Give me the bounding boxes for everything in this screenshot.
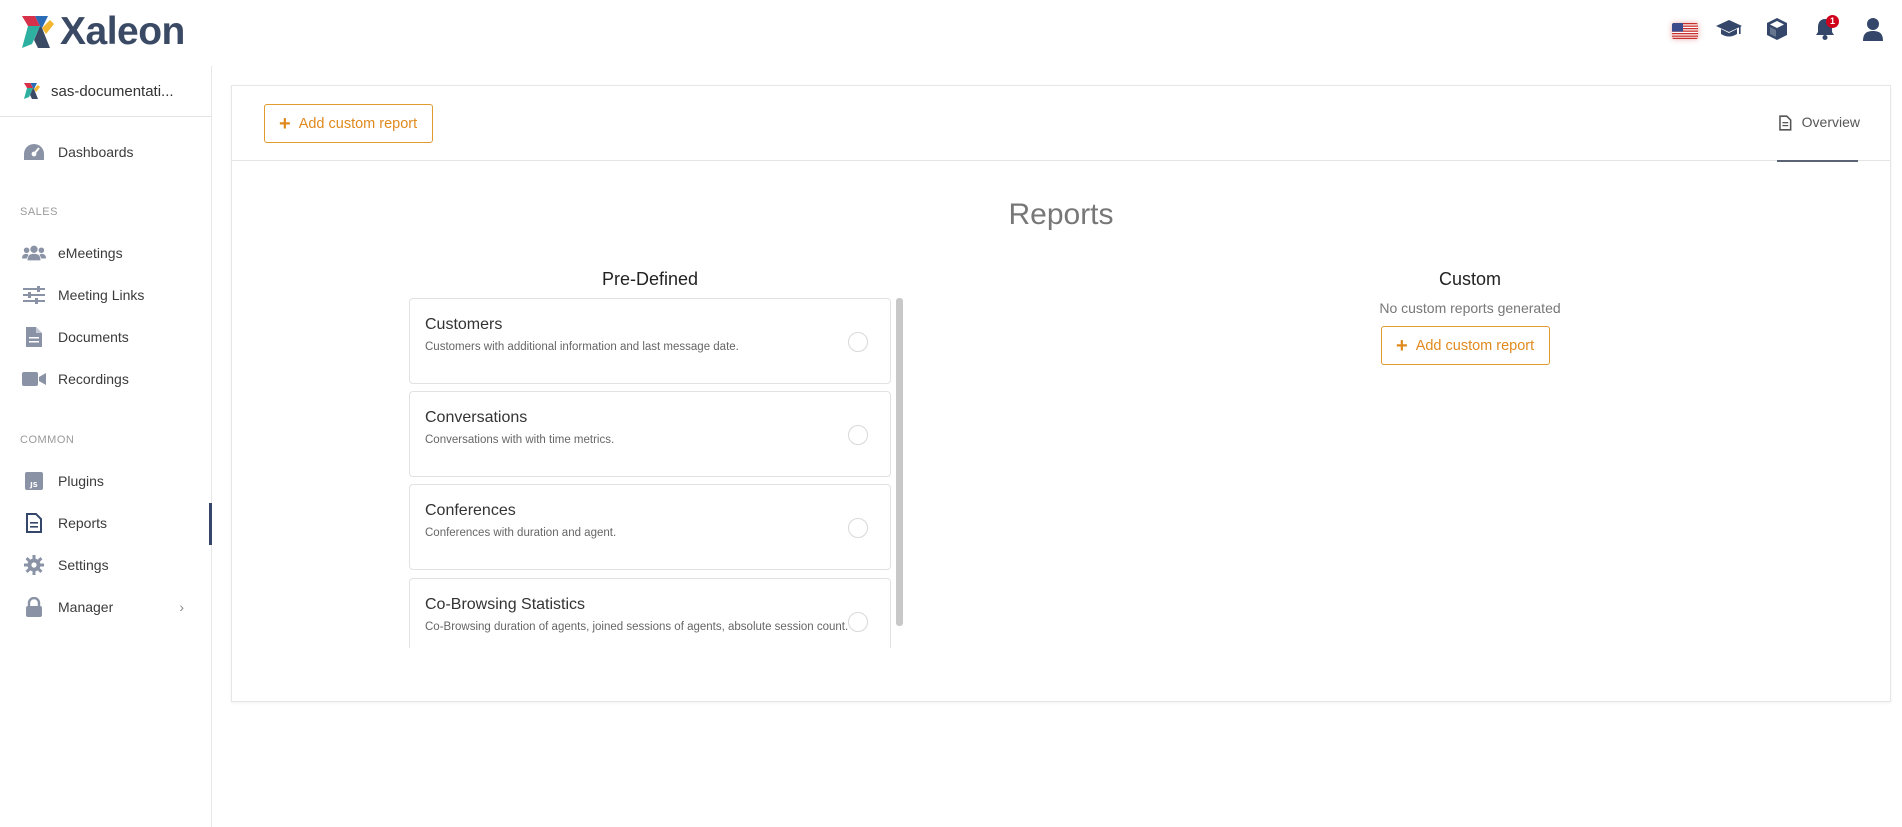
notifications-button[interactable]: 1 <box>1810 14 1840 44</box>
button-label: Add custom report <box>1415 337 1535 354</box>
us-flag-icon <box>1672 23 1698 39</box>
sidebar-item-dashboards[interactable]: Dashboards <box>0 132 212 172</box>
sidebar-item-settings[interactable]: Settings <box>0 545 212 585</box>
document-icon <box>1779 115 1792 131</box>
notification-badge: 1 <box>1826 15 1839 28</box>
add-custom-report-button-secondary[interactable]: + Add custom report <box>1381 326 1551 365</box>
card-header: + Add custom report Overview <box>232 86 1890 162</box>
page-title: Reports <box>1008 198 1114 231</box>
sidebar-item-label: eMeetings <box>58 245 123 261</box>
chevron-right-icon: › <box>179 599 184 615</box>
report-description: Customers with additional information an… <box>425 341 739 353</box>
workspace-name: sas-documentati... <box>51 82 174 100</box>
sliders-icon <box>22 283 46 307</box>
predefined-report-list: Customers Customers with additional info… <box>409 298 903 648</box>
sidebar-item-manager[interactable]: Manager › <box>0 587 212 627</box>
report-title: Co-Browsing Statistics <box>425 596 586 613</box>
user-icon[interactable] <box>1858 14 1888 44</box>
brand-name: Xaleon <box>60 10 185 53</box>
report-icon <box>22 511 46 535</box>
top-icons: 1 <box>1662 14 1902 46</box>
workspace-logo-icon <box>24 83 40 99</box>
tab-overview[interactable]: Overview <box>1777 113 1860 162</box>
report-radio[interactable] <box>848 612 868 632</box>
sidebar: sas-documentati... Dashboards SALES eMee… <box>0 66 212 827</box>
file-icon <box>22 325 46 349</box>
speedometer-icon <box>22 140 46 164</box>
section-label-common: COMMON <box>20 434 75 446</box>
svg-text:JS: JS <box>29 481 38 489</box>
plus-icon: + <box>1396 334 1408 357</box>
report-item-customers[interactable]: Customers Customers with additional info… <box>409 298 891 384</box>
report-item-co-browsing-statistics[interactable]: Co-Browsing Statistics Co-Browsing durat… <box>409 578 891 648</box>
sidebar-item-plugins[interactable]: JS Plugins <box>0 461 212 501</box>
language-selector[interactable] <box>1664 14 1698 44</box>
predefined-title: Pre-Defined <box>601 269 699 289</box>
report-description: Conferences with duration and agent. <box>425 527 617 539</box>
button-label: Add custom report <box>298 115 418 132</box>
sidebar-item-label: Meeting Links <box>58 287 145 303</box>
gear-icon <box>22 553 46 577</box>
section-label-sales: SALES <box>20 206 58 218</box>
list-scrollbar[interactable] <box>896 298 903 626</box>
report-description: Conversations with with time metrics. <box>425 434 615 446</box>
no-custom-reports-text: No custom reports generated <box>1379 300 1561 316</box>
sidebar-item-label: Plugins <box>58 473 104 489</box>
xaleon-logo-icon <box>22 16 54 48</box>
plus-icon: + <box>279 112 291 135</box>
workspace-selector[interactable]: sas-documentati... <box>0 66 211 117</box>
reports-card: + Add custom report Overview Reports Pre… <box>231 85 1891 702</box>
add-custom-report-button[interactable]: + Add custom report <box>264 104 434 143</box>
sidebar-item-emeetings[interactable]: eMeetings <box>0 233 212 273</box>
report-item-conferences[interactable]: Conferences Conferences with duration an… <box>409 484 891 570</box>
custom-title: Custom <box>1438 269 1501 289</box>
users-icon <box>22 241 46 265</box>
report-description: Co-Browsing duration of agents, joined s… <box>425 621 849 633</box>
report-title: Conferences <box>425 502 516 519</box>
report-radio[interactable] <box>848 518 868 538</box>
sidebar-item-label: Manager <box>58 599 114 615</box>
report-title: Conversations <box>425 409 528 426</box>
sidebar-item-reports[interactable]: Reports <box>0 503 212 545</box>
sidebar-item-meeting-links[interactable]: Meeting Links <box>0 275 212 315</box>
sidebar-item-label: Reports <box>58 515 108 531</box>
sidebar-item-label: Dashboards <box>58 144 134 160</box>
sidebar-item-documents[interactable]: Documents <box>0 317 212 357</box>
lock-icon <box>22 595 46 619</box>
logo[interactable]: Xaleon <box>18 12 185 52</box>
video-camera-icon <box>22 367 46 391</box>
report-radio[interactable] <box>848 332 868 352</box>
sidebar-item-label: Documents <box>58 329 129 345</box>
top-bar: Xaleon 1 <box>0 0 1902 66</box>
cube-icon[interactable] <box>1762 14 1792 44</box>
sidebar-item-recordings[interactable]: Recordings <box>0 359 212 399</box>
report-radio[interactable] <box>848 425 868 445</box>
sidebar-item-label: Recordings <box>58 371 129 387</box>
tab-label: Overview <box>1801 114 1860 130</box>
report-item-conversations[interactable]: Conversations Conversations with with ti… <box>409 391 891 477</box>
sidebar-item-label: Settings <box>58 557 109 573</box>
graduation-cap-icon[interactable] <box>1714 14 1744 44</box>
js-icon: JS <box>22 469 46 493</box>
report-title: Customers <box>425 316 503 333</box>
